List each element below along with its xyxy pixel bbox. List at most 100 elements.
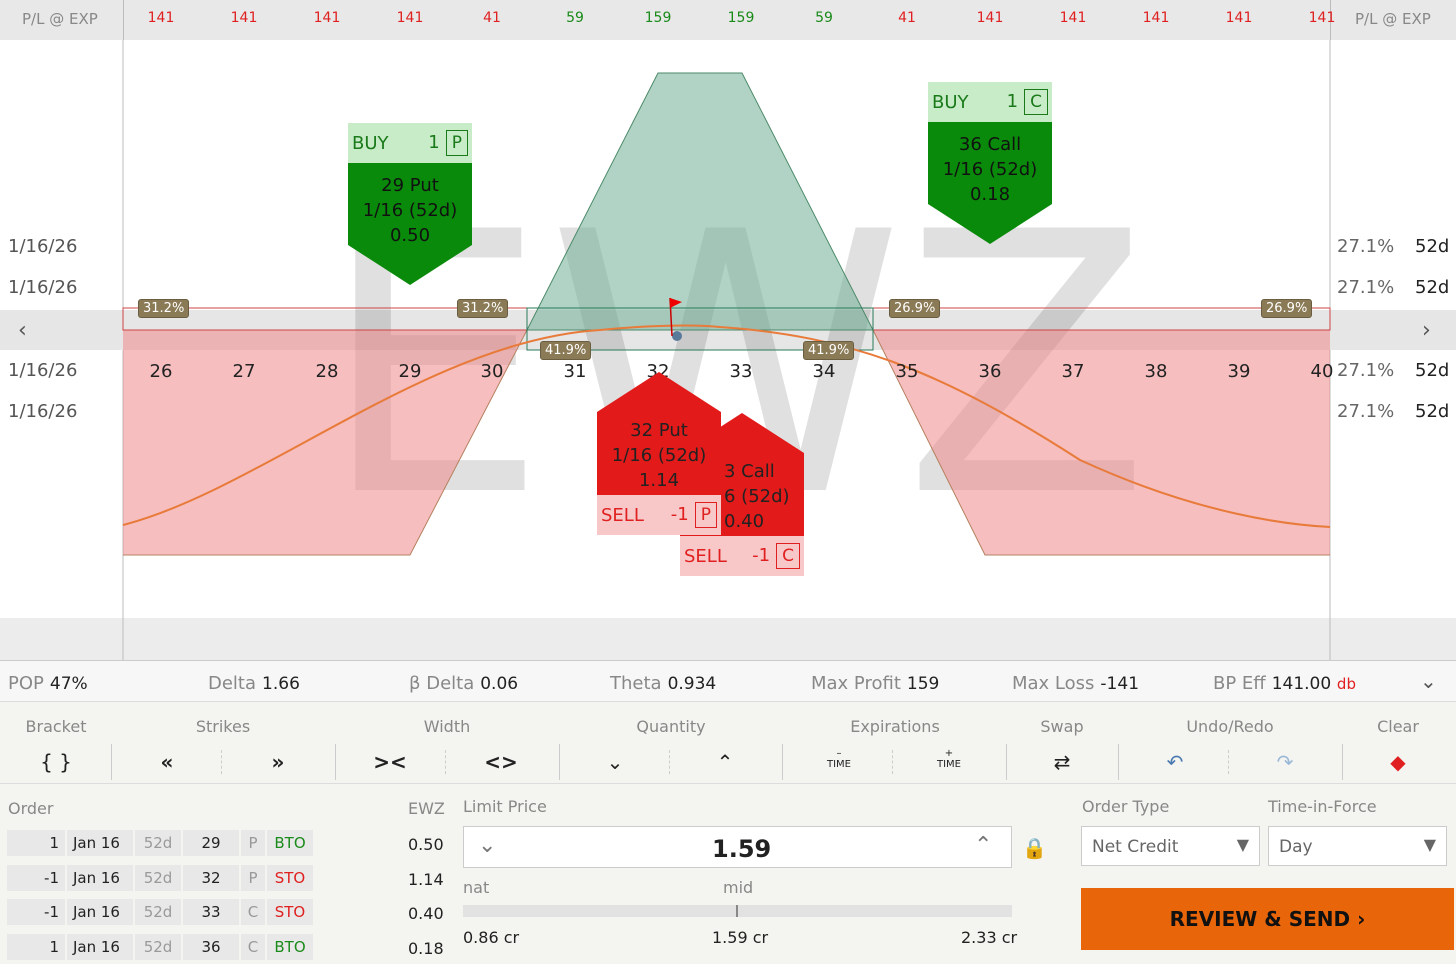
eraser-icon[interactable]: ◆ [1390,750,1405,774]
order-leg-row[interactable]: -1 Jan 16 52d 33 C STO [7,899,315,925]
leg-q: -1 [7,864,65,891]
leg-d: 52d [135,830,181,856]
leg-action: BUY [352,132,389,154]
pl-value: 141 [147,10,175,26]
pl-exp-label-right: P/L @ EXP [1355,10,1431,28]
leg-action: SELL [601,504,644,526]
stat-value: 159 [906,674,940,694]
strikes-left-icon[interactable]: « [161,750,174,774]
tool-label: Quantity [636,717,706,736]
strike-label[interactable]: 31 [564,361,587,382]
leg-type[interactable]: C [1024,89,1048,115]
leg-t: C [241,899,265,925]
leg-strike: 29 Put [381,175,439,196]
stat-bp-effect: BP Eff 141.00 db [1213,673,1356,694]
exp-date: 1/16/26 [8,401,78,422]
iv-tag: 26.9% [889,299,941,318]
tool-label: Expirations [850,717,940,736]
leg-exp: Jan 16 [67,830,133,856]
tif-select[interactable]: Day ▼ [1268,826,1447,866]
price-up-icon[interactable]: ⌃ [974,833,992,858]
width-narrow-icon[interactable]: >< [373,750,407,774]
redo-icon[interactable]: ↷ [1277,750,1294,774]
leg-exp: 1/16 (52d) [942,159,1038,180]
stat-delta: Delta 1.66 [208,673,300,694]
order-leg-row[interactable]: 1 Jan 16 52d 36 C BTO [7,933,315,960]
expiration-plus-button[interactable]: + TIME [937,748,961,770]
exp-date: 1/16/26 [8,277,78,298]
strike-label[interactable]: 37 [1062,361,1085,382]
pl-value: 159 [727,10,755,26]
lock-icon[interactable]: 🔒 [1022,836,1047,860]
strike-label[interactable]: 40 [1311,361,1334,382]
minus-sign: – [836,748,842,759]
strike-label[interactable]: 34 [813,361,836,382]
leg-exp: Jan 16 [67,933,133,960]
leg-exp: Jan 16 [67,899,133,925]
limit-price-value[interactable]: 1.59 [712,835,771,863]
dropdown-arrow-icon: ▼ [1423,835,1436,854]
strike-label[interactable]: 28 [316,361,339,382]
iv-value: 27.1% [1337,401,1395,422]
leg-exp: Jan 16 [67,864,133,891]
leg-qty: 1 [428,132,440,153]
bracket-button[interactable]: { } [40,750,72,774]
stat-label: Delta [208,673,257,694]
leg-a: STO [267,899,313,925]
leg-k: 29 [183,830,239,856]
swap-icon[interactable]: ⇄ [1054,750,1071,774]
debit-indicator: db [1336,675,1356,693]
strike-label[interactable]: 27 [233,361,256,382]
quantity-up-icon[interactable]: ⌃ [717,750,734,774]
strike-label[interactable]: 26 [150,361,173,382]
leg-card-buy-put[interactable]: BUY 1P 29 Put 1/16 (52d) 0.50 [348,123,472,285]
tool-label: Undo/Redo [1186,717,1274,736]
pl-value: 159 [644,10,672,26]
expiration-minus-button[interactable]: – TIME [827,748,851,770]
pl-value: 141 [1225,10,1253,26]
leg-type[interactable]: P [445,130,468,156]
stat-max-loss: Max Loss -141 [1012,673,1139,694]
strike-label[interactable]: 36 [979,361,1002,382]
leg-q: -1 [7,899,65,925]
chevron-down-icon[interactable]: ⌄ [1420,669,1437,693]
limit-price-stepper[interactable]: ⌄ 1.59 ⌃ [463,826,1012,868]
strike-label[interactable]: 38 [1145,361,1168,382]
undo-icon[interactable]: ↶ [1167,750,1184,774]
chevron-right-icon[interactable]: › [1422,318,1431,343]
leg-qty: -1 [752,545,771,566]
risk-graph[interactable]: EWZ 1/16/26 1/16/26 1/16/26 1/16/26 27.1… [0,40,1456,660]
strike-label[interactable]: 35 [896,361,919,382]
iv-value: 27.1% [1337,277,1395,298]
slider-mid-marker[interactable] [736,905,738,917]
order-type-select[interactable]: Net Credit ▼ [1081,826,1260,866]
quantity-down-icon[interactable]: ⌄ [607,750,624,774]
leg-type[interactable]: C [776,543,800,569]
width-widen-icon[interactable]: <> [484,750,518,774]
strike-label[interactable]: 39 [1228,361,1251,382]
leg-type[interactable]: P [694,502,717,528]
stat-label: Max Loss [1012,673,1095,694]
leg-q: 1 [7,933,65,960]
tool-label: Clear [1377,717,1419,736]
order-leg-row[interactable]: 1 Jan 16 52d 29 P BTO [7,830,315,856]
pl-at-expiration-bar: P/L @ EXP P/L @ EXP 141 141 141 141 41 59 159 1… [0,0,1456,40]
pl-exp-label-left: P/L @ EXP [22,10,98,28]
iv-value: 27.1% [1337,360,1395,381]
strikes-right-icon[interactable]: » [272,750,285,774]
strike-label[interactable]: 33 [730,361,753,382]
tif-label: Time-in-Force [1268,797,1377,816]
dte-value: 52d [1415,401,1450,422]
stat-max-profit: Max Profit 159 [811,673,939,694]
strike-label[interactable]: 30 [481,361,504,382]
price-down-icon[interactable]: ⌄ [478,833,496,858]
time-label: TIME [826,759,852,770]
leg-card-sell-put[interactable]: 32 Put 1/16 (52d) 1.14 SELL -1 P [597,372,721,535]
iv-tag: 26.9% [1261,299,1313,318]
order-leg-row[interactable]: -1 Jan 16 52d 32 P STO [7,864,315,891]
chevron-left-icon[interactable]: ‹ [18,318,27,343]
strike-label[interactable]: 29 [399,361,422,382]
review-send-button[interactable]: REVIEW & SEND › [1081,888,1454,950]
price-slider[interactable] [463,905,1012,917]
leg-card-buy-call[interactable]: BUY 1C 36 Call 1/16 (52d) 0.18 [928,82,1052,244]
